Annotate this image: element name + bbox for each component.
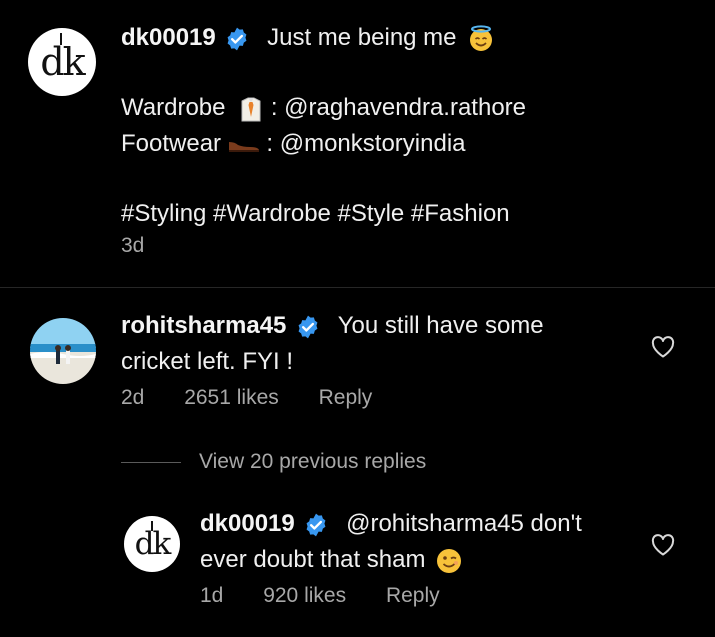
heart-icon[interactable] xyxy=(651,336,675,358)
reply-avatar[interactable]: dk xyxy=(124,516,180,572)
footwear-handle[interactable]: : @monkstoryindia xyxy=(266,130,465,157)
comment-text-line2: cricket left. FYI ! xyxy=(121,348,294,375)
view-replies-row[interactable]: View 20 previous replies xyxy=(121,448,426,476)
beach-photo xyxy=(30,318,96,384)
comment-avatar[interactable] xyxy=(30,318,96,384)
dk-logo: dk xyxy=(135,520,171,560)
halo-smile-emoji xyxy=(470,25,493,51)
shoe-emoji xyxy=(228,141,259,152)
post-avatar[interactable]: dk xyxy=(28,28,96,96)
reply-time: 1d xyxy=(200,584,224,607)
footwear-label: Footwear xyxy=(121,130,222,157)
comment-reply-button[interactable]: Reply xyxy=(319,386,373,409)
wardrobe-label: Wardrobe xyxy=(121,94,226,121)
post-username[interactable]: dk00019 xyxy=(121,24,216,51)
reply-text-line1: @rohitsharma45 don't xyxy=(346,510,582,537)
view-previous-replies[interactable]: View 20 previous replies xyxy=(199,450,426,474)
comment-time: 2d xyxy=(121,386,145,409)
reply-text-line2: ever doubt that sham xyxy=(200,546,426,573)
reply-username[interactable]: dk00019 xyxy=(200,510,295,537)
replies-line xyxy=(121,461,181,463)
wardrobe-handle[interactable]: : @raghavendra.rathore xyxy=(271,94,526,121)
comment-text-line1: You still have some xyxy=(337,312,544,339)
reply-likes[interactable]: 920 likes xyxy=(263,584,346,607)
verified-badge-icon xyxy=(298,315,318,339)
comment-likes[interactable]: 2651 likes xyxy=(184,386,279,409)
dk-logo: dk xyxy=(40,33,86,81)
verified-badge-icon xyxy=(306,513,326,537)
divider xyxy=(0,287,715,288)
shirt-tie-emoji xyxy=(241,97,261,122)
post-time: 3d xyxy=(121,234,145,257)
comment-username[interactable]: rohitsharma45 xyxy=(121,312,286,339)
verified-badge-icon xyxy=(227,27,247,51)
caption-first-line: Just me being me xyxy=(267,24,457,51)
heart-icon[interactable] xyxy=(651,534,675,556)
wink-emoji xyxy=(437,548,462,573)
reply-reply-button[interactable]: Reply xyxy=(386,584,440,607)
hashtags[interactable]: #Styling #Wardrobe #Style #Fashion xyxy=(121,196,691,232)
